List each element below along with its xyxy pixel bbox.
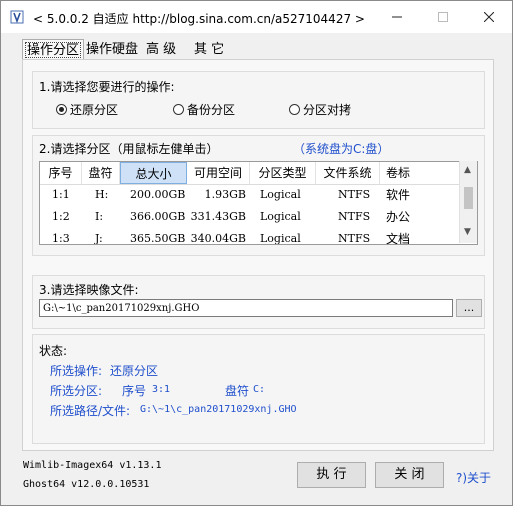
cell-free-space: 340.04GB (190, 232, 246, 245)
title-bar: < 5.0.0.2 自适应 http://blog.sina.com.cn/a5… (1, 1, 512, 33)
tab-advanced[interactable]: 高 级 (142, 40, 180, 59)
radio-copy[interactable]: 分区对拷 (289, 101, 351, 118)
status-part-label: 所选分区: (50, 384, 103, 398)
cell-total-size: 200.00GB (130, 188, 186, 201)
partition-label: 2.请选择分区（用鼠标左健单击） (39, 142, 219, 156)
cell-file-system: NTFS (338, 232, 371, 245)
partition-table: 序号 盘符 总大小 可用空间 分区类型 文件系统 卷标 1:1 H: 200.0… (39, 161, 478, 245)
about-link[interactable]: ?)关于 (456, 469, 491, 486)
maximize-button[interactable] (420, 1, 466, 33)
status-part-num-value: 3:1 (152, 384, 171, 395)
table-row[interactable]: 1:3 J: 365.50GB 340.04GB Logical NTFS 文档 (40, 228, 460, 245)
radio-restore-indicator (56, 104, 67, 115)
minimize-icon (392, 16, 402, 18)
status-part-drive-label: 盘符 (225, 384, 250, 398)
close-icon (484, 12, 494, 22)
cell-volume-label: 文档 (386, 232, 411, 245)
status-op-label: 所选操作: (50, 364, 103, 378)
col-free-space[interactable]: 可用空间 (187, 162, 250, 184)
col-file-system[interactable]: 文件系统 (316, 162, 380, 184)
table-row[interactable]: 1:2 I: 366.00GB 331.43GB Logical NTFS 办公 (40, 206, 460, 228)
cell-file-system: NTFS (338, 210, 371, 223)
browse-button[interactable]: ... (456, 299, 482, 317)
table-scrollbar[interactable]: ▲ ▼ (459, 161, 477, 243)
col-total-size[interactable]: 总大小 (120, 162, 187, 184)
status-part-num-label: 序号 (122, 384, 147, 398)
image-file-label: 3.请选择映像文件: (39, 283, 139, 297)
cell-total-size: 366.00GB (130, 210, 186, 223)
execute-button[interactable]: 执 行 (297, 462, 366, 488)
radio-backup[interactable]: 备份分区 (173, 101, 235, 118)
app-window: < 5.0.0.2 自适应 http://blog.sina.com.cn/a5… (0, 0, 513, 506)
status-path-value: G:\~1\c_pan20171029xnj.GHO (140, 404, 297, 415)
close-window-button[interactable] (466, 1, 512, 33)
status-part-drive-value: C: (253, 384, 266, 395)
tab-other[interactable]: 其 它 (190, 40, 228, 59)
close-button[interactable]: 关 闭 (375, 462, 444, 488)
status-path-label: 所选路径/文件: (50, 404, 131, 418)
window-title: < 5.0.0.2 自适应 http://blog.sina.com.cn/a5… (33, 12, 365, 26)
col-index[interactable]: 序号 (40, 162, 82, 184)
cell-partition-type: Logical (260, 232, 301, 245)
cell-file-system: NTFS (338, 188, 371, 201)
cell-total-size: 365.50GB (130, 232, 186, 245)
system-disk-note: （系统盘为C:盘） (293, 142, 390, 156)
cell-index: 1:1 (52, 188, 70, 201)
tab-disk-ops[interactable]: 操作硬盘 (82, 40, 142, 59)
status-op-value: 还原分区 (110, 364, 159, 378)
cell-partition-type: Logical (260, 210, 301, 223)
col-drive[interactable]: 盘符 (82, 162, 120, 184)
cell-drive: I: (95, 210, 104, 223)
tab-partition-ops[interactable]: 操作分区 (22, 39, 85, 61)
cell-drive: J: (95, 232, 103, 245)
minimize-button[interactable] (374, 1, 420, 33)
operation-label: 1.请选择您要进行的操作: (39, 80, 175, 94)
table-header: 序号 盘符 总大小 可用空间 分区类型 文件系统 卷标 (40, 162, 470, 185)
radio-restore-label: 还原分区 (70, 103, 119, 117)
scroll-thumb[interactable] (464, 187, 473, 209)
app-icon (10, 10, 24, 24)
radio-backup-indicator (173, 104, 184, 115)
cell-partition-type: Logical (260, 188, 301, 201)
radio-copy-label: 分区对拷 (303, 103, 352, 117)
table-row[interactable]: 1:1 H: 200.00GB 1.93GB Logical NTFS 软件 (40, 184, 460, 206)
wimlib-version: Wimlib-Imagex64 v1.13.1 (23, 460, 162, 471)
cell-index: 1:3 (52, 232, 70, 245)
radio-backup-label: 备份分区 (187, 103, 236, 117)
scroll-up-icon[interactable]: ▲ (464, 165, 471, 175)
col-volume-label[interactable]: 卷标 (380, 162, 460, 184)
cell-free-space: 331.43GB (190, 210, 246, 223)
status-heading: 状态: (39, 344, 68, 358)
cell-index: 1:2 (52, 210, 70, 223)
radio-restore[interactable]: 还原分区 (56, 101, 118, 118)
image-path-field[interactable]: G:\~1\c_pan20171029xnj.GHO (39, 299, 453, 317)
ghost-version: Ghost64 v12.0.0.10531 (23, 479, 150, 490)
maximize-icon (438, 12, 448, 22)
cell-volume-label: 软件 (386, 188, 411, 202)
scroll-down-icon[interactable]: ▼ (464, 227, 471, 237)
cell-volume-label: 办公 (386, 210, 411, 224)
col-partition-type[interactable]: 分区类型 (250, 162, 316, 184)
radio-copy-indicator (289, 104, 300, 115)
cell-free-space: 1.93GB (204, 188, 246, 201)
cell-drive: H: (95, 188, 109, 201)
